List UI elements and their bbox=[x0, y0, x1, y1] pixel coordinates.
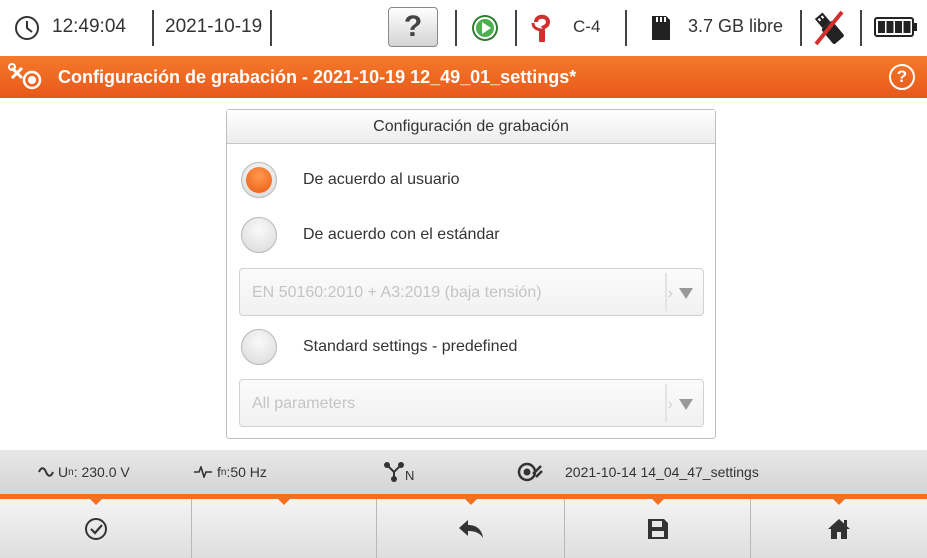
clamp-icon bbox=[531, 14, 551, 42]
usb-icon bbox=[814, 10, 844, 46]
status-divider bbox=[800, 10, 802, 46]
radio-button[interactable] bbox=[241, 217, 277, 253]
status-bar: 12:49:04 2021-10-19 ? C-4 3.7 GB libre bbox=[0, 0, 927, 56]
info-bar: Un: 230.0 V f n:50 Hz N 2021-10-14 14_04_… bbox=[0, 450, 927, 494]
option-label: Standard settings - predefined bbox=[303, 338, 518, 355]
status-divider bbox=[860, 10, 862, 46]
panel-header: Configuración de grabación bbox=[227, 110, 715, 144]
home-button[interactable] bbox=[751, 498, 927, 558]
status-date: 2021-10-19 bbox=[165, 16, 263, 37]
dropdown-arrow-icon bbox=[679, 288, 693, 299]
back-icon bbox=[458, 519, 483, 538]
sd-card-icon bbox=[652, 16, 670, 40]
settings-tools-icon bbox=[8, 63, 42, 90]
standard-select-value: EN 50160:2010 + A3:2019 (baja tensión) bbox=[252, 284, 542, 301]
frequency-icon bbox=[194, 466, 212, 478]
page-title: Configuración de grabación - 2021-10-19 … bbox=[58, 67, 577, 87]
status-divider bbox=[270, 10, 272, 46]
status-divider bbox=[515, 10, 517, 46]
settings-file-icon bbox=[517, 462, 543, 482]
storage-free: 3.7 GB libre bbox=[688, 16, 784, 36]
radio-button-selected[interactable] bbox=[241, 162, 277, 198]
save-icon bbox=[647, 518, 668, 539]
option-user[interactable]: De acuerdo al usuario bbox=[241, 162, 460, 198]
back-button[interactable] bbox=[377, 498, 565, 558]
nominal-frequency: f n:50 Hz bbox=[193, 464, 267, 480]
bottom-toolbar bbox=[0, 498, 927, 558]
parameters-select[interactable]: All parameters › bbox=[239, 379, 704, 427]
clock-icon bbox=[15, 16, 39, 40]
parameters-select-value: All parameters bbox=[252, 395, 356, 412]
nominal-voltage: Un: 230.0 V bbox=[38, 464, 130, 480]
radio-button[interactable] bbox=[241, 329, 277, 365]
chevron-right-icon: › bbox=[667, 396, 673, 413]
standard-select[interactable]: EN 50160:2010 + A3:2019 (baja tensión) › bbox=[239, 268, 704, 316]
save-button[interactable] bbox=[565, 498, 751, 558]
sine-wave-icon bbox=[38, 467, 54, 477]
recording-config-panel: Configuración de grabación De acuerdo al… bbox=[226, 109, 716, 439]
help-circle-icon: ? bbox=[896, 67, 908, 86]
confirm-button[interactable] bbox=[0, 498, 192, 558]
help-icon: ? bbox=[403, 10, 423, 43]
status-divider bbox=[625, 10, 627, 46]
play-icon bbox=[472, 15, 498, 41]
confirm-icon bbox=[84, 517, 107, 540]
chevron-right-icon: › bbox=[667, 285, 673, 302]
option-label: De acuerdo con el estándar bbox=[303, 226, 500, 243]
battery-icon bbox=[874, 17, 917, 37]
title-bar: Configuración de grabación - 2021-10-19 … bbox=[0, 56, 927, 98]
network-type: N bbox=[383, 460, 414, 483]
status-divider bbox=[455, 10, 457, 46]
option-label: De acuerdo al usuario bbox=[303, 171, 460, 188]
help-circle-button[interactable]: ? bbox=[889, 64, 915, 90]
help-button[interactable]: ? bbox=[388, 7, 438, 47]
status-divider bbox=[152, 10, 154, 46]
settings-file: 2021-10-14 14_04_47_settings bbox=[517, 461, 759, 483]
dropdown-arrow-icon bbox=[679, 399, 693, 410]
option-standard[interactable]: De acuerdo con el estándar bbox=[241, 217, 500, 253]
network-type-icon bbox=[384, 461, 404, 482]
empty-toolbar-button[interactable] bbox=[192, 498, 377, 558]
clamp-label: C-4 bbox=[573, 17, 601, 36]
home-icon bbox=[828, 518, 850, 539]
option-predefined[interactable]: Standard settings - predefined bbox=[241, 329, 517, 365]
status-time: 12:49:04 bbox=[52, 16, 126, 37]
